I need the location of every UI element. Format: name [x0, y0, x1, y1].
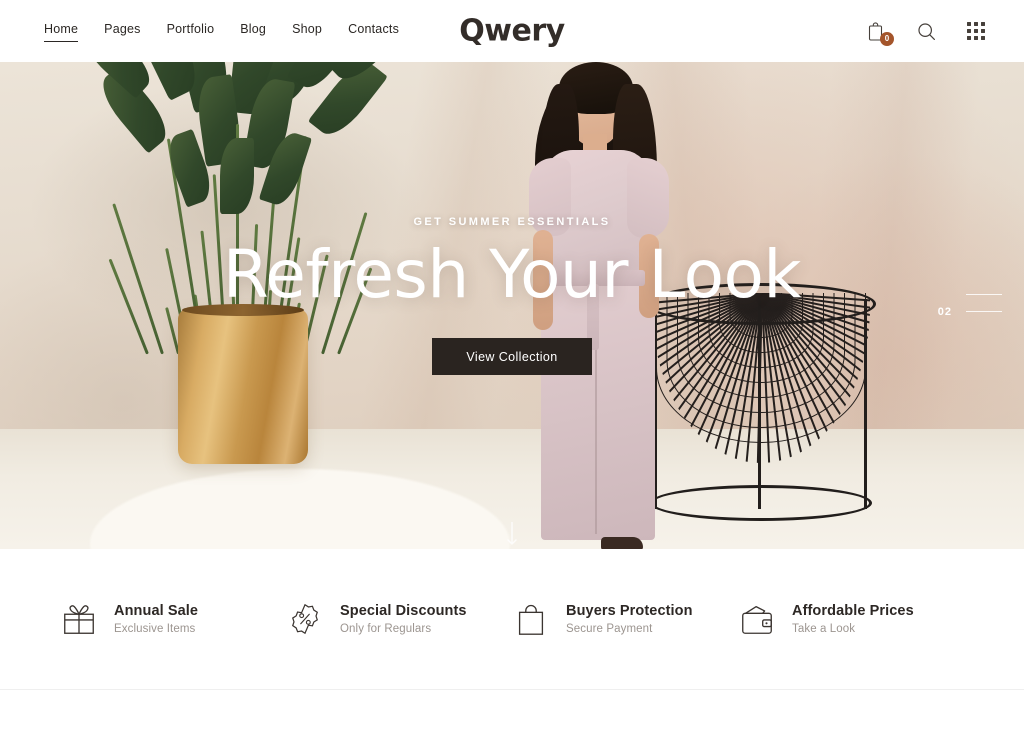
search-icon — [917, 22, 935, 40]
hero-title: Refresh Your Look — [222, 236, 802, 313]
nav-label: Shop — [292, 22, 323, 36]
feature-title: Annual Sale — [114, 603, 199, 619]
feature-subtitle: Only for Regulars — [340, 623, 432, 635]
feature-text: Annual Sale Exclusive Items — [114, 603, 198, 635]
hero-slider-pagination: 02 — [938, 293, 1002, 318]
cart-button[interactable]: 0 — [864, 18, 894, 46]
slider-indicator-inactive[interactable] — [966, 293, 1002, 295]
main-navigation: Home Pages Portfolio Blog Shop Contacts — [44, 20, 399, 42]
feature-special-discounts[interactable]: Special Discounts Only for Regulars — [286, 600, 512, 638]
nav-item-blog[interactable]: Blog — [240, 20, 266, 42]
feature-subtitle: Secure Payment — [566, 623, 653, 635]
feature-title: Special Discounts — [340, 603, 467, 619]
feature-annual-sale[interactable]: Annual Sale Exclusive Items — [60, 600, 286, 638]
slider-current-row: 02 — [938, 306, 1002, 318]
features-bar: Annual Sale Exclusive Items Special Disc… — [0, 549, 1024, 689]
scroll-down-button[interactable] — [506, 522, 518, 549]
nav-label: Blog — [240, 22, 267, 36]
feature-buyers-protection[interactable]: Buyers Protection Secure Payment — [512, 600, 738, 638]
hero-subtitle: GET SUMMER ESSENTIALS — [413, 216, 611, 228]
feature-title: Affordable Prices — [792, 603, 914, 619]
wallet-icon — [742, 605, 772, 634]
grid-menu-button[interactable] — [964, 18, 988, 44]
nav-item-contacts[interactable]: Contacts — [348, 20, 399, 42]
feature-subtitle: Take a Look — [792, 623, 856, 635]
header-actions: 0 — [864, 18, 988, 46]
feature-text: Affordable Prices Take a Look — [792, 603, 914, 635]
scroll-down-arrow-icon — [507, 522, 517, 545]
feature-subtitle: Exclusive Items — [114, 623, 196, 635]
page-bottom-space — [0, 690, 1024, 745]
site-logo[interactable]: Qwery — [459, 14, 565, 49]
nav-label: Portfolio — [166, 22, 215, 36]
site-header: Home Pages Portfolio Blog Shop Contacts … — [0, 0, 1024, 62]
feature-title: Buyers Protection — [566, 603, 693, 619]
nav-label: Pages — [104, 22, 141, 36]
hero-slider: GET SUMMER ESSENTIALS Refresh Your Look … — [0, 62, 1024, 549]
nav-label: Home — [44, 22, 79, 36]
slider-indicator-active[interactable] — [966, 311, 1002, 312]
feature-text: Buyers Protection Secure Payment — [566, 603, 693, 635]
hero-content: GET SUMMER ESSENTIALS Refresh Your Look … — [0, 62, 1024, 549]
percent-badge-icon — [292, 603, 318, 635]
nav-item-portfolio[interactable]: Portfolio — [167, 20, 215, 42]
nav-label: Contacts — [348, 22, 400, 36]
feature-affordable-prices[interactable]: Affordable Prices Take a Look — [738, 600, 964, 638]
view-collection-button[interactable]: View Collection — [432, 338, 592, 375]
gift-icon — [64, 605, 94, 634]
nav-item-home[interactable]: Home — [44, 20, 79, 42]
grid-menu-icon — [967, 22, 985, 40]
slider-number: 02 — [937, 305, 952, 318]
nav-item-pages[interactable]: Pages — [104, 20, 140, 42]
feature-text: Special Discounts Only for Regulars — [340, 603, 467, 635]
nav-item-shop[interactable]: Shop — [292, 20, 322, 42]
cart-count-badge: 0 — [880, 32, 894, 46]
search-button[interactable] — [914, 18, 938, 44]
shopping-bag-icon — [518, 604, 544, 635]
